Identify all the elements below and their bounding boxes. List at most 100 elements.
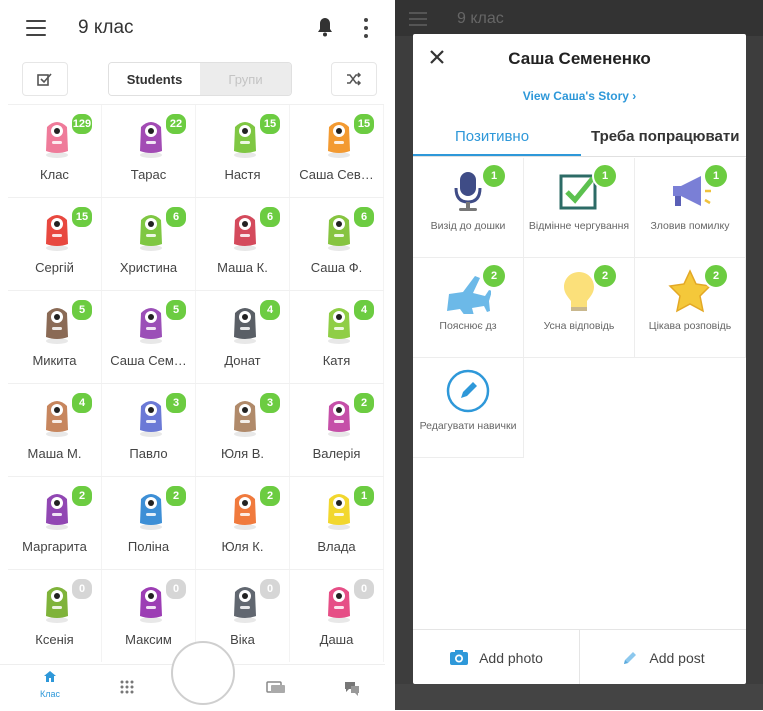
edit-skills-button[interactable]: Редагувати навички [413, 358, 524, 458]
skill-points-badge: 2 [481, 263, 507, 289]
student-tile[interactable]: 15 Сергій [8, 198, 102, 290]
nav-home[interactable]: Клас [36, 670, 64, 699]
add-photo-button[interactable]: Add photo [413, 630, 580, 685]
points-badge: 0 [258, 577, 282, 601]
student-tile[interactable]: 5 Микита [8, 291, 102, 383]
skill-tile[interactable]: 1 Відмінне чергування [524, 158, 635, 258]
chat-icon [345, 682, 359, 696]
top-bar: 9 клас [0, 0, 385, 58]
pencil-icon [624, 651, 637, 664]
groups-tab[interactable]: Групи [200, 63, 291, 95]
student-tile[interactable]: 1 Влада [290, 477, 384, 569]
select-multiple-button[interactable] [22, 62, 68, 96]
points-badge: 3 [258, 391, 282, 415]
nav-portfolio[interactable] [266, 680, 286, 699]
student-name: Клас [40, 167, 69, 182]
monster-avatar-icon [234, 401, 256, 437]
student-name: Поліна [127, 539, 170, 554]
student-tile[interactable]: 6 Христина [102, 198, 196, 290]
points-badge: 129 [70, 112, 94, 136]
skill-tile[interactable]: 2 Цікава розповідь [635, 258, 746, 358]
student-tile[interactable]: 5 Саша Сем… [102, 291, 196, 383]
edit-icon [446, 369, 490, 413]
bell-icon[interactable] [316, 16, 334, 38]
student-tile[interactable]: 2 Поліна [102, 477, 196, 569]
points-badge: 0 [70, 577, 94, 601]
student-tile[interactable]: 15 Саша Сев… [290, 105, 384, 197]
monster-avatar-icon [328, 308, 350, 344]
student-tile[interactable]: 4 Маша М. [8, 384, 102, 476]
points-badge: 22 [164, 112, 188, 136]
points-badge: 4 [258, 298, 282, 322]
nav-toolkit[interactable] [120, 680, 134, 699]
monster-avatar-icon [46, 215, 68, 251]
more-options-icon[interactable] [364, 18, 368, 42]
skill-points-badge: 2 [703, 263, 729, 289]
monster-avatar-icon [328, 401, 350, 437]
view-story-link[interactable]: View Саша's Story › [413, 89, 746, 103]
student-tile[interactable]: 22 Тарас [102, 105, 196, 197]
student-tile[interactable]: 0 Даша [290, 570, 384, 662]
student-name: Саша Ф. [310, 260, 363, 275]
student-tile[interactable]: 3 Павло [102, 384, 196, 476]
student-tile[interactable]: 6 Маша К. [196, 198, 290, 290]
student-name: Влада [317, 539, 356, 554]
student-name: Ксенія [35, 632, 74, 647]
skill-tile[interactable]: 2 Усна відповідь [524, 258, 635, 358]
student-name: Саша Сем… [110, 353, 187, 368]
class-screen: 9 клас Students Групи 129 Клас 22 Тарас 15 На… [0, 0, 385, 711]
skill-label: Пояснює дз [439, 320, 497, 332]
student-name: Саша Семененко [508, 49, 651, 68]
skill-tile[interactable]: 1 Зловив помилку [635, 158, 746, 258]
skill-tile[interactable]: 1 Визід до дошки [413, 158, 524, 258]
student-tile[interactable]: 4 Донат [196, 291, 290, 383]
monster-avatar-icon [328, 122, 350, 158]
student-tile[interactable]: 2 Юля К. [196, 477, 290, 569]
random-picker-button[interactable] [331, 62, 377, 96]
student-tile[interactable]: 3 Юля В. [196, 384, 290, 476]
monster-avatar-icon [140, 587, 162, 623]
skill-label: Цікава розповідь [648, 320, 732, 332]
action-button[interactable] [171, 641, 235, 705]
monster-avatar-icon [140, 215, 162, 251]
student-tile[interactable]: 0 Ксенія [8, 570, 102, 662]
add-post-button[interactable]: Add post [580, 630, 746, 685]
monster-avatar-icon [46, 308, 68, 344]
hamburger-menu-icon[interactable] [26, 20, 46, 36]
student-tile[interactable]: 4 Катя [290, 291, 384, 383]
points-badge: 5 [70, 298, 94, 322]
skill-points-badge: 1 [481, 163, 507, 189]
dimmed-class-title: 9 клас [457, 10, 504, 27]
monster-avatar-icon [46, 587, 68, 623]
student-name: Катя [322, 353, 351, 368]
nav-messages[interactable] [343, 680, 361, 701]
dimmed-header: 9 клас [395, 0, 763, 36]
student-row: 2 Маргарита 2 Поліна 2 Юля К. 1 Влада [8, 476, 384, 569]
skill-label: Редагувати навички [419, 420, 517, 432]
view-toggle: Students Групи [108, 62, 292, 96]
points-badge: 0 [352, 577, 376, 601]
student-name: Юля В. [220, 446, 265, 461]
student-name: Маргарита [22, 539, 87, 554]
skills-grid: 1 Визід до дошки 1 Відмінне чергування 1 Злов… [413, 158, 746, 458]
students-tab[interactable]: Students [109, 63, 200, 95]
screen-divider [385, 0, 395, 710]
student-name: Тарас [130, 167, 167, 182]
monster-avatar-icon [328, 215, 350, 251]
tab-positive[interactable]: Позитивно [455, 128, 529, 145]
active-tab-indicator [413, 154, 581, 156]
skill-tile[interactable]: 2 Пояснює дз [413, 258, 524, 358]
tab-needs-work[interactable]: Треба попрацювати [591, 128, 739, 145]
student-name: Даша [319, 632, 354, 647]
student-tile[interactable]: 6 Саша Ф. [290, 198, 384, 290]
monster-avatar-icon [234, 587, 256, 623]
student-tile[interactable]: 2 Валерія [290, 384, 384, 476]
home-icon [44, 671, 56, 682]
empty-slot [524, 358, 635, 458]
skill-label: Відмінне чергування [528, 220, 630, 232]
student-tile[interactable]: 2 Маргарита [8, 477, 102, 569]
student-name: Максим [125, 632, 172, 647]
monster-avatar-icon [234, 215, 256, 251]
student-tile[interactable]: 15 Настя [196, 105, 290, 197]
student-tile[interactable]: 129 Клас [8, 105, 102, 197]
